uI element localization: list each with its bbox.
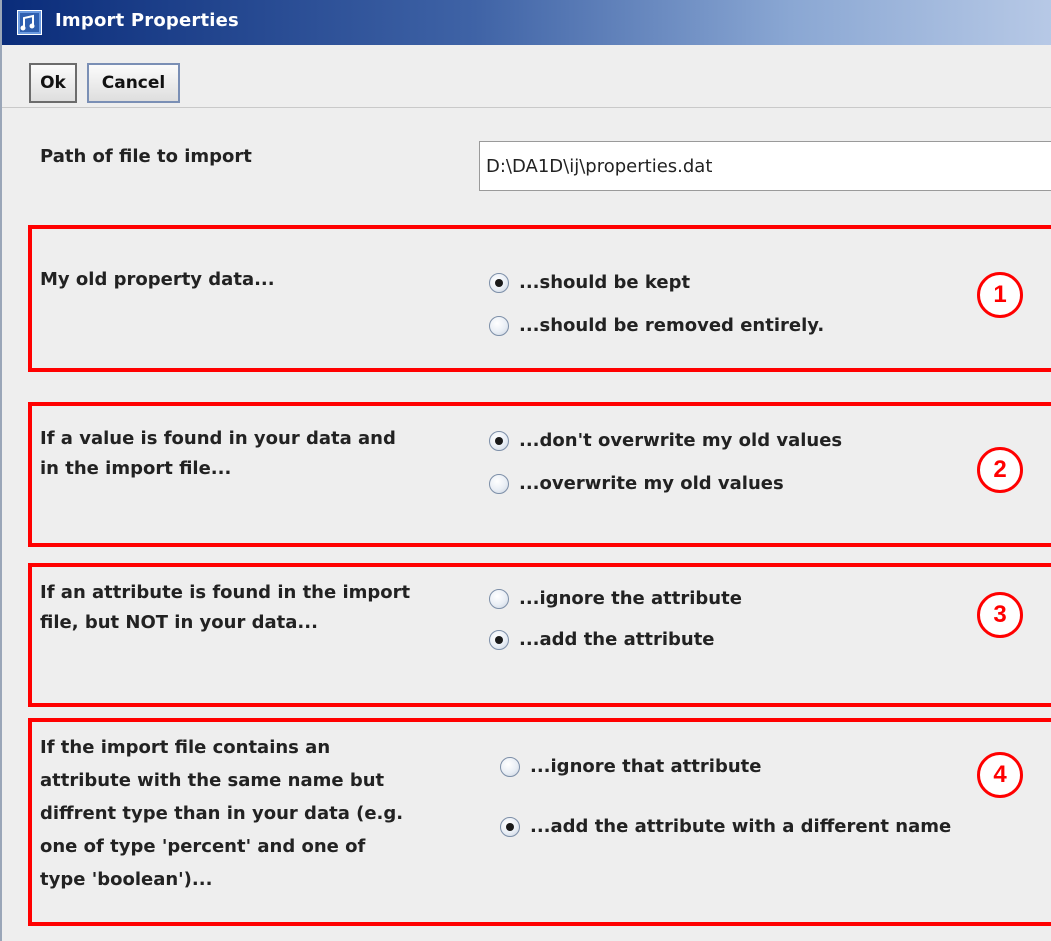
radio-selected-icon xyxy=(489,430,509,451)
radio-ignore-attribute[interactable]: ...ignore the attribute xyxy=(489,588,742,609)
radio-selected-icon xyxy=(489,272,509,293)
radio-ignore-that-attribute[interactable]: ...ignore that attribute xyxy=(500,756,761,777)
radio-selected-icon xyxy=(489,629,509,650)
callout-badge-2: 2 xyxy=(977,447,1023,493)
path-input[interactable] xyxy=(479,141,1051,191)
radio-keep-old-data[interactable]: ...should be kept xyxy=(489,272,690,293)
callout-badge-4: 4 xyxy=(977,752,1023,798)
radio-add-attribute[interactable]: ...add the attribute xyxy=(489,629,715,650)
radio-unselected-icon xyxy=(489,588,509,609)
callout-badge-1: 1 xyxy=(977,272,1023,318)
ok-button[interactable]: Ok xyxy=(29,63,77,103)
old-property-data-group xyxy=(28,225,1051,372)
cancel-button[interactable]: Cancel xyxy=(87,63,180,103)
path-label: Path of file to import xyxy=(40,146,252,167)
callout-badge-3: 3 xyxy=(977,592,1023,638)
type-conflict-label-line-2: attribute with the same name but xyxy=(40,770,385,791)
type-conflict-label-line-3: diffrent type than in your data (e.g. xyxy=(40,803,404,824)
app-icon xyxy=(17,10,42,35)
import-properties-dialog: Import Properties Ok Cancel Path of file… xyxy=(0,0,1051,941)
type-conflict-label-line-1: If the import file contains an xyxy=(40,737,331,758)
type-conflict-label-line-4: one of type 'percent' and one of xyxy=(40,836,366,857)
radio-remove-old-data[interactable]: ...should be removed entirely. xyxy=(489,315,824,336)
toolbar: Ok Cancel xyxy=(2,45,1051,108)
attribute-missing-label-line-2: file, but NOT in your data... xyxy=(40,612,318,633)
attribute-missing-label-line-1: If an attribute is found in the import xyxy=(40,582,411,603)
value-conflict-label-line-2: in the import file... xyxy=(40,458,232,479)
radio-unselected-icon xyxy=(489,473,509,494)
radio-selected-icon xyxy=(500,816,520,837)
title-bar[interactable]: Import Properties xyxy=(2,0,1051,45)
radio-dont-overwrite[interactable]: ...don't overwrite my old values xyxy=(489,430,842,451)
radio-unselected-icon xyxy=(489,315,509,336)
value-conflict-label-line-1: If a value is found in your data and xyxy=(40,428,396,449)
radio-unselected-icon xyxy=(500,756,520,777)
type-conflict-label-line-5: type 'boolean')... xyxy=(40,869,213,890)
old-property-data-label: My old property data... xyxy=(40,269,275,290)
radio-add-attribute-different-name[interactable]: ...add the attribute with a different na… xyxy=(500,816,951,837)
radio-overwrite[interactable]: ...overwrite my old values xyxy=(489,473,784,494)
window-title: Import Properties xyxy=(55,10,239,31)
